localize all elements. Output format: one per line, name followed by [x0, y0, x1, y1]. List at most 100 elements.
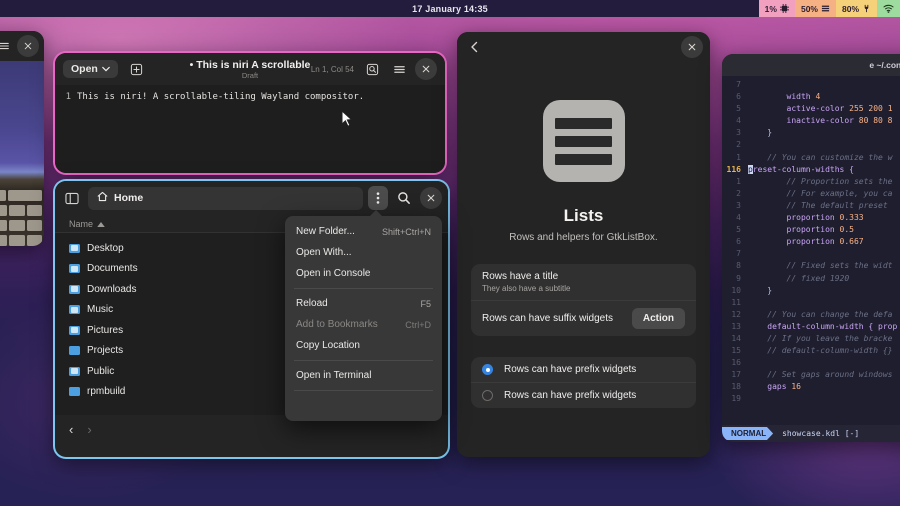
lists-demo-window[interactable]: Lists Rows and helpers for GtkListBox. R…: [457, 32, 710, 457]
menu-item-label: Open in Console: [296, 268, 371, 279]
folder-icon: [69, 346, 80, 355]
nvim-line: 1 // You can customize the w: [722, 152, 900, 164]
nvim-line-number: 10: [722, 285, 748, 297]
nvim-line-text: proportion 0.5: [748, 224, 854, 236]
nvim-filename: showcase.kdl [-]: [782, 429, 859, 438]
forward-button[interactable]: ›: [87, 422, 91, 437]
nvim-line-text: // Proportion sets the: [748, 176, 893, 188]
list-item[interactable]: Rows can have prefix widgets: [471, 382, 696, 408]
sort-ascending-icon: [97, 219, 105, 229]
nvim-line-text: // You can customize the w: [748, 152, 893, 164]
folder-icon: [69, 326, 80, 335]
sidebar-toggle-icon[interactable]: [61, 187, 83, 209]
top-bar: 17 January 14:35 1% 50% 80%: [0, 0, 900, 17]
nvim-line-text: }: [748, 285, 772, 297]
close-icon[interactable]: [420, 187, 442, 209]
menu-item-new-folder[interactable]: New Folder... Shift+Ctrl+N: [285, 221, 442, 242]
nvim-line: 7: [722, 248, 900, 260]
cpu-indicator[interactable]: 1%: [759, 0, 795, 17]
close-icon[interactable]: [415, 58, 437, 80]
memory-indicator[interactable]: 50%: [795, 0, 836, 17]
list-item[interactable]: Rows can have prefix widgets: [471, 357, 696, 382]
nvim-line: 3 // The default preset: [722, 200, 900, 212]
nvim-line-number: 2: [722, 188, 748, 200]
text-editor-window[interactable]: Open • This is niri A scrollable Draft L…: [55, 53, 445, 173]
menu-item-open-in-terminal[interactable]: Open in Terminal: [285, 365, 442, 386]
list-item[interactable]: Rows can have suffix widgets Action: [471, 300, 696, 336]
file-manager-context-menu[interactable]: New Folder... Shift+Ctrl+N Open With... …: [285, 216, 442, 421]
nvim-code-area[interactable]: 76 width 45 active-color 255 200 14 inac…: [722, 76, 900, 406]
text-editor-actions: Ln 1, Col 54: [311, 58, 437, 80]
column-name-label: Name: [69, 219, 93, 229]
kebab-menu-icon[interactable]: [368, 186, 388, 210]
back-arrow-icon[interactable]: [464, 36, 486, 58]
nvim-line-number: 4: [722, 115, 748, 127]
nvim-line-text: default-column-width { prop: [748, 321, 897, 333]
radio-button-selected[interactable]: [482, 364, 493, 375]
icon-bar: [555, 118, 612, 129]
find-in-document-icon[interactable]: [361, 58, 383, 80]
search-icon[interactable]: [393, 187, 415, 209]
battery-charging-icon: [862, 4, 871, 13]
menu-item-copy-location[interactable]: Copy Location: [285, 335, 442, 356]
list-item[interactable]: Rows have a title They also have a subti…: [471, 264, 696, 300]
nvim-window[interactable]: e ~/.config. 76 width 45 active-color 25…: [722, 54, 900, 442]
text-editor-headerbar: Open • This is niri A scrollable Draft L…: [55, 53, 445, 85]
folder-icon: [69, 285, 80, 294]
nvim-line-number: 3: [722, 200, 748, 212]
menu-item-label: New Folder...: [296, 226, 355, 237]
back-button[interactable]: ‹: [69, 422, 73, 437]
nvim-line-number: 7: [722, 79, 748, 91]
menu-item-accel: Ctrl+D: [405, 320, 431, 330]
nvim-line-number: 6: [722, 236, 748, 248]
nvim-line: 5 active-color 255 200 1: [722, 103, 900, 115]
keyboard-photo-keys: [0, 188, 44, 246]
text-editor-content[interactable]: 1 This is niri! A scrollable-tiling Wayl…: [55, 85, 445, 173]
nvim-line: 4 inactive-color 80 80 8: [722, 115, 900, 127]
list-rows-icon: [543, 100, 625, 182]
icon-bar: [555, 154, 612, 165]
nvim-line-number: 14: [722, 333, 748, 345]
close-icon[interactable]: [681, 36, 703, 58]
nvim-line-number: 5: [722, 224, 748, 236]
battery-indicator[interactable]: 80%: [836, 0, 877, 17]
menu-item-reload[interactable]: Reload F5: [285, 293, 442, 314]
nvim-line-text: inactive-color 80 80 8: [748, 115, 893, 127]
nvim-line: 2: [722, 139, 900, 151]
file-name: Public: [87, 366, 114, 377]
wifi-indicator[interactable]: [877, 0, 900, 17]
menu-item-properties[interactable]: [285, 395, 442, 416]
nvim-line: 12 // You can change the defa: [722, 309, 900, 321]
row-title: Rows can have prefix widgets: [504, 364, 636, 375]
close-icon[interactable]: [17, 35, 39, 57]
home-icon: [97, 191, 108, 205]
path-bar[interactable]: Home: [88, 187, 363, 210]
nvim-line-text: // The default preset: [748, 200, 888, 212]
nvim-line: 3 }: [722, 127, 900, 139]
folder-icon: [69, 387, 80, 396]
menu-item-open-in-console[interactable]: Open in Console: [285, 263, 442, 284]
new-document-icon[interactable]: [126, 58, 148, 80]
chevron-down-icon: [102, 63, 110, 75]
image-viewer-window[interactable]: [0, 31, 44, 246]
nvim-line-text: width 4: [748, 91, 820, 103]
nvim-line-number: 3: [722, 127, 748, 139]
hamburger-menu-icon[interactable]: [0, 35, 15, 57]
action-button[interactable]: Action: [632, 308, 685, 329]
nvim-line-text: proportion 0.333: [748, 212, 864, 224]
nvim-line: 6 proportion 0.667: [722, 236, 900, 248]
menu-item-open-with[interactable]: Open With...: [285, 242, 442, 263]
nvim-line-number: 19: [722, 393, 748, 405]
radio-button-unselected[interactable]: [482, 390, 493, 401]
hamburger-menu-icon[interactable]: [388, 58, 410, 80]
menu-item-label: Open With...: [296, 247, 352, 258]
image-viewer-headerbar: [0, 31, 44, 61]
open-button[interactable]: Open: [63, 60, 118, 78]
nvim-line-number: 15: [722, 345, 748, 357]
line-text: This is niri! A scrollable-tiling Waylan…: [77, 92, 364, 102]
file-name: Downloads: [87, 284, 136, 295]
file-name: Pictures: [87, 325, 123, 336]
nvim-line-number: 6: [722, 91, 748, 103]
file-name: Music: [87, 304, 113, 315]
nvim-line: 14 // If you leave the bracke: [722, 333, 900, 345]
